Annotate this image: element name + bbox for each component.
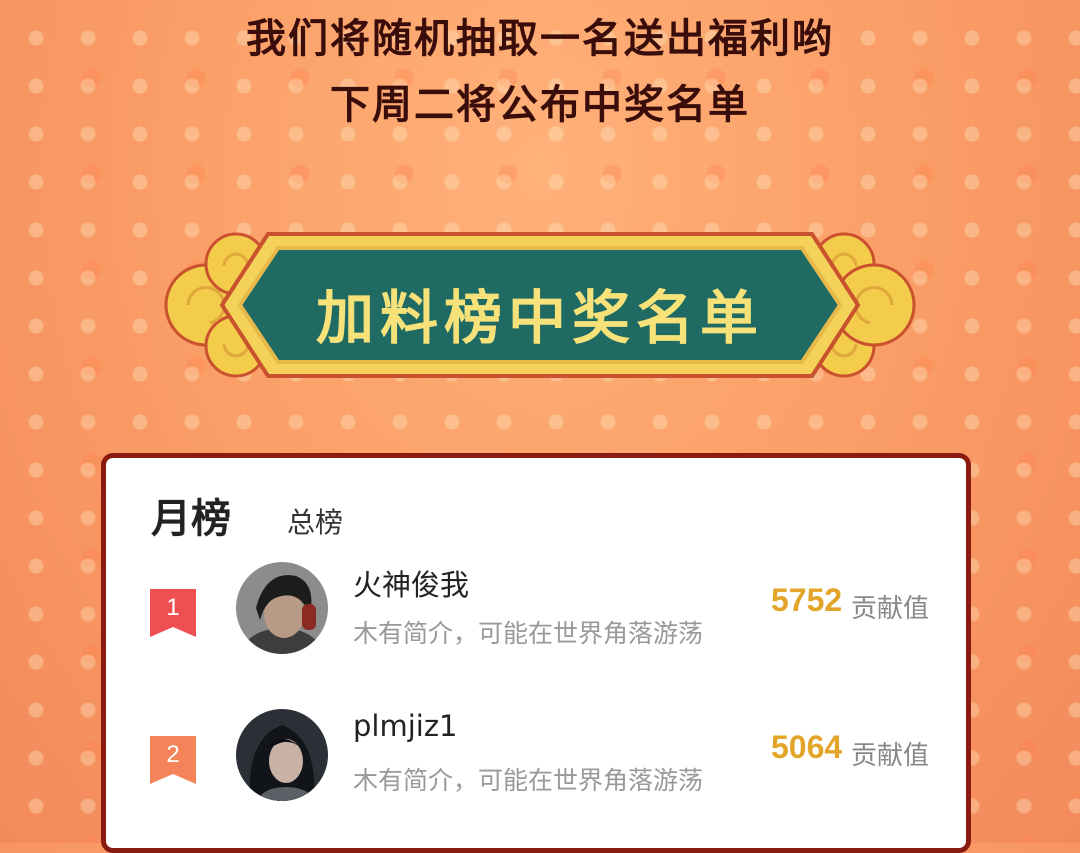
- avatar[interactable]: [236, 562, 328, 654]
- tab-overall[interactable]: 总榜: [287, 501, 343, 541]
- rank-badge: 2: [150, 736, 196, 784]
- list-item[interactable]: 2 plmjiz1 木有简介，可能在世界角落游荡 5064 贡献值: [106, 709, 966, 809]
- leaderboard-tabs: 月榜 总榜: [151, 486, 343, 544]
- rank-badge: 1: [150, 589, 196, 637]
- banner-title: 加料榜中奖名单: [315, 284, 764, 352]
- announcement-line-2: 下周二将公布中奖名单: [330, 82, 750, 128]
- contribution-label: 贡献值: [851, 594, 930, 624]
- contribution-score: 5752: [771, 582, 843, 618]
- rank-number: 1: [166, 594, 180, 621]
- user-bio: 木有简介，可能在世界角落游荡: [353, 619, 704, 648]
- user-name: 火神俊我: [353, 568, 470, 602]
- contribution-score: 5064: [771, 729, 843, 765]
- user-name: plmjiz1: [353, 709, 458, 743]
- announcement-line-1: 我们将随机抽取一名送出福利哟: [246, 16, 834, 62]
- list-item[interactable]: 1 火神俊我 木有简介，可能在世界角落游荡 5752 贡献值: [106, 562, 966, 662]
- leaderboard-card: 月榜 总榜 1 火神俊我 木有简介，可能在世界角落游荡 5752 贡献值 2 p…: [101, 453, 971, 853]
- winners-banner: 加料榜中奖名单: [158, 224, 922, 386]
- tab-monthly[interactable]: 月榜: [151, 486, 231, 544]
- user-bio: 木有简介，可能在世界角落游荡: [353, 766, 704, 795]
- contribution-label: 贡献值: [851, 741, 930, 771]
- avatar[interactable]: [236, 709, 328, 801]
- rank-number: 2: [166, 741, 180, 768]
